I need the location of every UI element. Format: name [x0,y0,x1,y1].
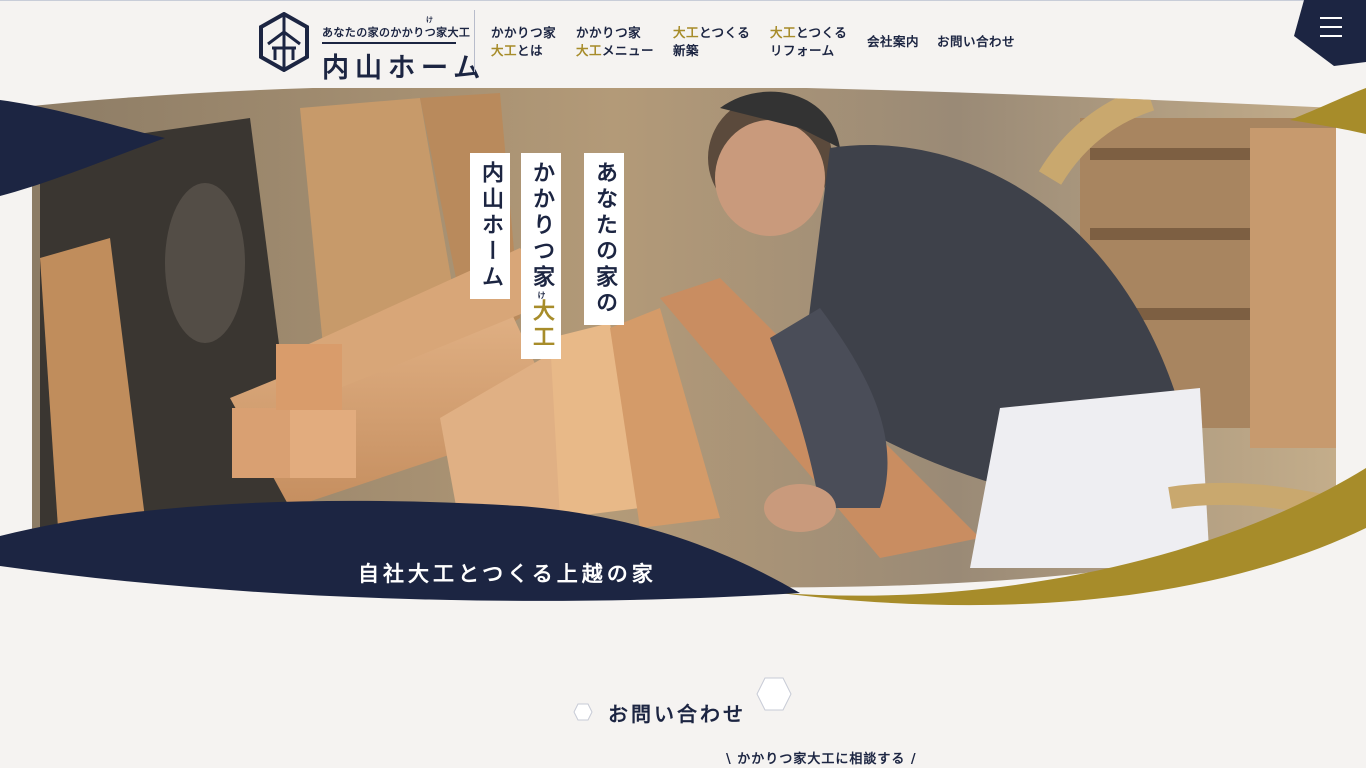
logo-company-name: 内山ホーム [322,53,487,84]
hero-title-text: かかりつ家 [529,161,554,291]
logo-tagline: あなたの家のかかりつ家大工 [322,26,471,39]
nav-item-highlight: 大工 [673,25,700,40]
nav-item-reform[interactable]: 大工とつくる リフォーム [770,24,847,60]
nav-item-line: とは [517,43,544,58]
nav-item-line: とつくる [796,25,848,40]
small-hexagon-decoration-icon [573,703,593,721]
top-border [0,0,1366,1]
nav-item-highlight: 大工 [491,43,518,58]
contact-subtitle: \ かかりつ家大工に相談する / [726,752,917,767]
nav-item-company[interactable]: 会社案内 [867,33,919,51]
nav-item-contact[interactable]: お問い合わせ [937,33,1015,51]
hero-title-line3: 内山ホーム [470,153,510,299]
hamburger-icon [1320,17,1342,37]
site-logo[interactable]: け あなたの家のかかりつ家大工 内山ホーム [258,12,480,84]
nav-item-line: メニュー [602,43,655,58]
hero-title-line2: かかりつ家け大工 [521,153,561,359]
nav-item-line: かかりつ家 [576,25,642,40]
contact-title: お問い合わせ [608,702,746,726]
logo-divider [322,42,456,44]
hexagon-decoration-icon [756,677,792,711]
nav-item-about-carpenter[interactable]: かかりつ家 大工とは [491,24,556,60]
hero-section: あなたの家の かかりつ家け大工 内山ホーム 自社大工とつくる上越の家 [0,88,1366,618]
hero-title-line1: あなたの家の [584,153,624,325]
hero-image [0,88,1366,606]
nav-item-line: かかりつ家 [491,25,557,40]
nav-item-line: とつくる [699,25,751,40]
nav-divider [474,10,475,72]
nav-item-line: リフォーム [770,43,835,58]
nav-item-highlight: 大工 [576,43,603,58]
hero-title-ruby: け [537,291,546,299]
house-logo-icon [259,12,309,72]
hero-title-highlight: 大工 [529,299,554,351]
nav-item-highlight: 大工 [770,25,797,40]
nav-item-new-build[interactable]: 大工とつくる 新築 [673,24,750,60]
menu-button[interactable] [1294,0,1366,66]
nav-item-line: 新築 [673,43,700,58]
hero-caption: 自社大工とつくる上越の家 [358,562,657,586]
nav-item-carpenter-menu[interactable]: かかりつ家 大工メニュー [576,24,654,60]
